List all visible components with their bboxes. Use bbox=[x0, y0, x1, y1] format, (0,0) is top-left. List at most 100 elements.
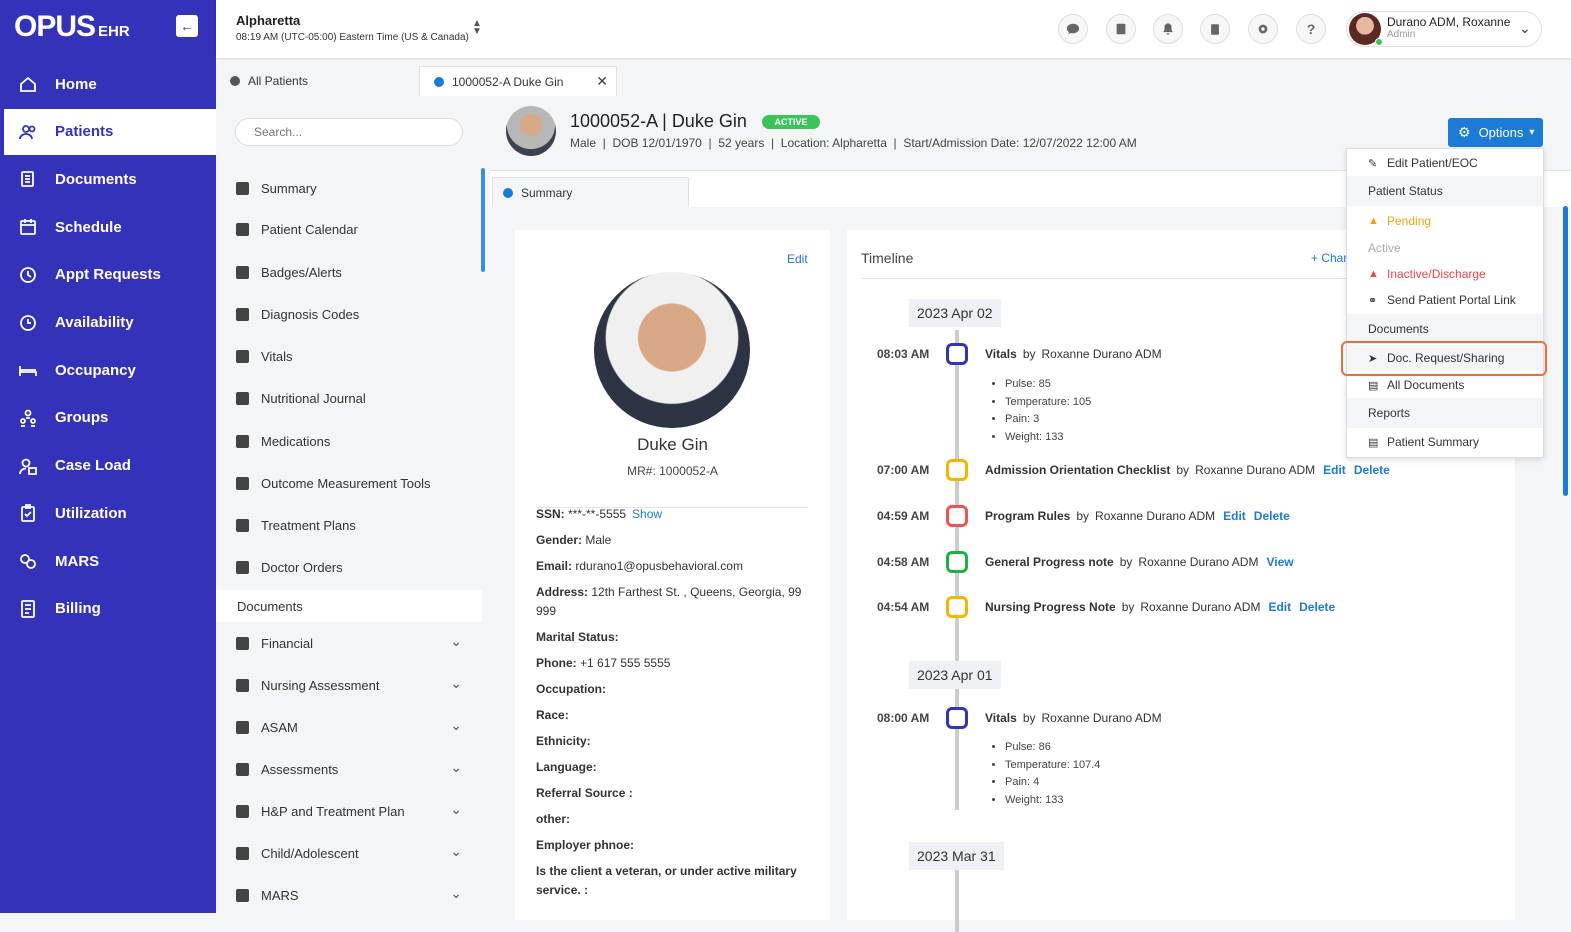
side-folder-nursing-assessment[interactable]: Nursing Assessment ⌄ bbox=[216, 669, 482, 701]
chevron-down-icon[interactable]: ⌄ bbox=[450, 801, 462, 818]
timeline-date: 2023 Apr 02 bbox=[909, 299, 1001, 327]
dropdown-item-send-patient-portal-link[interactable]: ⚭ Send Patient Portal Link bbox=[1347, 287, 1543, 313]
event-view-link[interactable]: View bbox=[1266, 555, 1293, 569]
chevron-down-icon[interactable]: ⌄ bbox=[450, 843, 462, 860]
chat-icon[interactable] bbox=[1058, 14, 1088, 44]
collapse-sidebar-icon[interactable]: ← bbox=[176, 15, 198, 37]
profile-field-occupation: Occupation: bbox=[536, 680, 808, 699]
location-switch-icon[interactable]: ▲ ▼ bbox=[472, 19, 482, 37]
user-role: Admin bbox=[1387, 29, 1416, 40]
side-folder-assessments[interactable]: Assessments ⌄ bbox=[216, 753, 482, 785]
nav-item-occupancy[interactable]: Occupancy bbox=[0, 347, 216, 393]
timeline-event[interactable]: Vitals by Roxanne Durano ADM bbox=[985, 347, 1162, 361]
chevron-down-icon[interactable]: ⌄ bbox=[450, 885, 462, 902]
side-folder-child-adolescent[interactable]: Child/Adolescent ⌄ bbox=[216, 837, 482, 869]
side-item-patient-calendar[interactable]: Patient Calendar bbox=[216, 213, 482, 245]
side-documents-header: Documents bbox=[216, 590, 482, 622]
side-folder-mars[interactable]: MARS ⌄ bbox=[216, 879, 482, 911]
timeline-event[interactable]: General Progress note by Roxanne Durano AD… bbox=[985, 555, 1294, 569]
tab-all-patients[interactable]: All Patients bbox=[216, 66, 418, 96]
file-icon: ▤ bbox=[1368, 379, 1379, 392]
bell-icon[interactable] bbox=[1153, 14, 1183, 44]
chevron-down-icon[interactable]: ⌄ bbox=[450, 717, 462, 734]
show-ssn-link[interactable]: Show bbox=[632, 507, 662, 521]
app-logo[interactable]: OPUS EHR bbox=[14, 10, 130, 44]
side-item-label: Doctor Orders bbox=[261, 559, 343, 575]
location-name[interactable]: Alpharetta bbox=[236, 13, 300, 28]
close-icon[interactable]: ✕ bbox=[596, 73, 608, 90]
side-item-vitals[interactable]: Vitals bbox=[216, 340, 482, 372]
book-icon[interactable] bbox=[1106, 14, 1136, 44]
event-edit-link[interactable]: Edit bbox=[1223, 509, 1246, 523]
timeline-event[interactable]: Program Rules by Roxanne Durano ADM Edit Del… bbox=[985, 509, 1290, 523]
dropdown-item-edit-patient-eoc[interactable]: ✎ Edit Patient/EOC bbox=[1347, 150, 1543, 176]
timeline-node-icon bbox=[946, 551, 968, 573]
side-item-nutritional-journal[interactable]: Nutritional Journal bbox=[216, 382, 482, 414]
options-button[interactable]: ⚙ Options ▾ bbox=[1448, 118, 1543, 147]
side-item-treatment-plans[interactable]: Treatment Plans bbox=[216, 509, 482, 541]
edit-icon: ✎ bbox=[1368, 157, 1378, 170]
clipboard-icon[interactable] bbox=[1200, 14, 1230, 44]
nav-item-groups[interactable]: Groups bbox=[0, 395, 216, 441]
dropdown-item-pending[interactable]: ▲ Pending bbox=[1347, 208, 1543, 234]
nav-item-patients[interactable]: Patients bbox=[0, 108, 216, 155]
nav-item-label: Occupancy bbox=[55, 361, 136, 379]
side-item-outcome-measurement-tools[interactable]: Outcome Measurement Tools bbox=[216, 467, 482, 499]
chevron-down-icon[interactable]: ⌄ bbox=[450, 759, 462, 776]
side-folder-asam[interactable]: ASAM ⌄ bbox=[216, 711, 482, 743]
caret-down-icon: ▾ bbox=[1529, 127, 1535, 138]
side-item-badges-alerts[interactable]: Badges/Alerts bbox=[216, 256, 482, 288]
page-scrollbar[interactable] bbox=[1563, 206, 1568, 496]
nav-item-utilization[interactable]: Utilization bbox=[0, 490, 216, 536]
nav-item-case-load[interactable]: Case Load bbox=[0, 443, 216, 489]
dropdown-item-active[interactable]: Active bbox=[1347, 235, 1543, 261]
user-menu[interactable]: Durano ADM, Roxanne Admin ⌄ bbox=[1346, 11, 1542, 47]
side-item-doctor-orders[interactable]: Doctor Orders bbox=[216, 551, 482, 583]
event-delete-link[interactable]: Delete bbox=[1254, 509, 1290, 523]
chevron-down-icon[interactable]: ⌄ bbox=[1519, 20, 1531, 37]
side-item-summary[interactable]: Summary bbox=[216, 172, 482, 204]
event-edit-link[interactable]: Edit bbox=[1323, 463, 1346, 477]
side-folder-financial[interactable]: Financial ⌄ bbox=[216, 627, 482, 659]
event-delete-link[interactable]: Delete bbox=[1299, 600, 1335, 614]
search-input[interactable] bbox=[235, 118, 463, 146]
timeline-event[interactable]: Admission Orientation Checklist by Roxanne… bbox=[985, 463, 1390, 477]
side-menu-scrollbar[interactable] bbox=[481, 168, 485, 272]
nav-item-documents[interactable]: Documents bbox=[0, 156, 216, 202]
event-author: Roxanne Durano ADM bbox=[1041, 711, 1162, 725]
tab-patient-duke-gin[interactable]: 1000052-A Duke Gin ✕ bbox=[419, 66, 617, 96]
side-folder-h-p-and-treatment-plan[interactable]: H&P and Treatment Plan ⌄ bbox=[216, 795, 482, 827]
timeline-date: 2023 Mar 31 bbox=[909, 842, 1004, 870]
help-icon[interactable]: ? bbox=[1296, 14, 1326, 44]
tab-summary[interactable]: Summary bbox=[492, 177, 689, 207]
nav-item-mars[interactable]: MARS bbox=[0, 538, 216, 584]
timeline-event[interactable]: Nursing Progress Note by Roxanne Durano AD… bbox=[985, 600, 1335, 614]
side-item-diagnosis-codes[interactable]: Diagnosis Codes bbox=[216, 298, 482, 330]
event-edit-link[interactable]: Edit bbox=[1268, 600, 1291, 614]
field-label: Address: bbox=[536, 585, 589, 599]
nav-item-home[interactable]: Home bbox=[0, 61, 216, 107]
dropdown-item-label: Patient Status bbox=[1368, 184, 1443, 198]
side-item-medications[interactable]: Medications bbox=[216, 425, 482, 457]
side-item-label: Diagnosis Codes bbox=[261, 306, 360, 322]
event-title: General Progress note bbox=[985, 555, 1114, 569]
profile-field-ssn: SSN: ***-**-5555 Show bbox=[536, 505, 808, 524]
chevron-down-icon[interactable]: ⌄ bbox=[450, 633, 462, 650]
gear-icon[interactable] bbox=[1248, 14, 1278, 44]
event-delete-link[interactable]: Delete bbox=[1354, 463, 1390, 477]
nav-item-schedule[interactable]: Schedule bbox=[0, 204, 216, 250]
caseload-icon bbox=[18, 456, 38, 476]
timeline-change-link[interactable]: + Char bbox=[1311, 251, 1347, 265]
nav-item-appt-requests[interactable]: Appt Requests bbox=[0, 252, 216, 298]
nav-item-billing[interactable]: Billing bbox=[0, 586, 216, 632]
timeline-time: 04:59 AM bbox=[877, 509, 930, 523]
nav-item-availability[interactable]: Availability bbox=[0, 300, 216, 346]
dropdown-item-inactive-discharge[interactable]: ▲ Inactive/Discharge bbox=[1347, 261, 1543, 287]
profile-field-marital-status: Marital Status: bbox=[536, 628, 808, 647]
edit-profile-link[interactable]: Edit bbox=[787, 252, 808, 266]
user-name: Durano ADM, Roxanne bbox=[1387, 15, 1511, 29]
dropdown-item-patient-summary[interactable]: ▤ Patient Summary bbox=[1347, 429, 1543, 455]
nav-item-label: Availability bbox=[55, 314, 134, 331]
chevron-down-icon[interactable]: ⌄ bbox=[450, 675, 462, 692]
timeline-event[interactable]: Vitals by Roxanne Durano ADM bbox=[985, 711, 1162, 725]
